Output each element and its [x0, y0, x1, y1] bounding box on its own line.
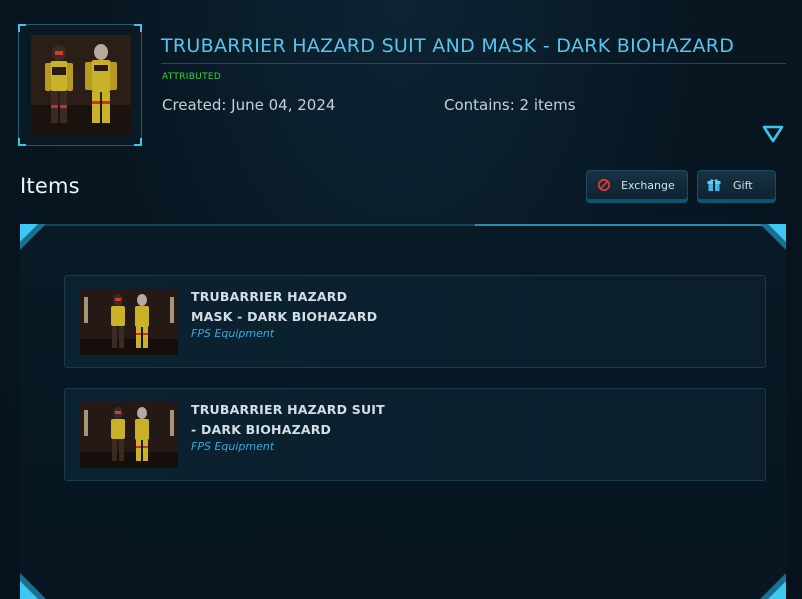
- panel-corner-ornament: [20, 224, 46, 250]
- panel-divider-accent: [475, 224, 786, 226]
- item-name: TRUBARRIER HAZARD SUIT - DARK BIOHAZARD: [191, 400, 391, 440]
- frame-corner: [134, 24, 142, 32]
- status-badge: ATTRIBUTED: [162, 72, 222, 82]
- exchange-button[interactable]: Exchange: [586, 170, 688, 200]
- triangle-down-icon: [762, 125, 784, 143]
- prohibited-icon: [597, 178, 611, 192]
- panel-corner-ornament: [20, 573, 46, 599]
- page-title: TRUBARRIER HAZARD SUIT AND MASK - DARK B…: [161, 35, 786, 64]
- pledge-thumbnail-frame: [18, 24, 142, 146]
- gift-label: Gift: [733, 178, 753, 192]
- collapse-toggle-button[interactable]: [762, 124, 784, 144]
- hazard-suit-figures-icon: [80, 289, 178, 355]
- pledge-thumbnail-image: [31, 35, 131, 135]
- gift-box-icon: [707, 179, 721, 191]
- item-category: FPS Equipment: [191, 440, 275, 453]
- frame-corner: [18, 138, 26, 146]
- exchange-label: Exchange: [621, 178, 675, 192]
- item-thumbnail: [80, 289, 178, 355]
- item-name: TRUBARRIER HAZARD MASK - DARK BIOHAZARD: [191, 287, 391, 327]
- items-panel: TRUBARRIER HAZARD MASK - DARK BIOHAZARD …: [20, 224, 786, 599]
- frame-corner: [134, 138, 142, 146]
- item-count: Contains: 2 items: [444, 96, 576, 114]
- item-name-line: MASK - DARK BIOHAZARD: [191, 309, 378, 324]
- item-name-line: TRUBARRIER HAZARD SUIT: [191, 402, 385, 417]
- hazard-suit-figures-icon: [31, 35, 131, 135]
- item-category: FPS Equipment: [191, 327, 275, 340]
- created-date: Created: June 04, 2024: [162, 96, 336, 114]
- list-item[interactable]: TRUBARRIER HAZARD MASK - DARK BIOHAZARD …: [64, 275, 766, 368]
- gift-button[interactable]: Gift: [697, 170, 776, 200]
- list-item[interactable]: TRUBARRIER HAZARD SUIT - DARK BIOHAZARD …: [64, 388, 766, 481]
- item-name-line: - DARK BIOHAZARD: [191, 422, 332, 437]
- frame-corner: [18, 24, 26, 32]
- panel-corner-ornament: [760, 573, 786, 599]
- item-name-line: TRUBARRIER HAZARD: [191, 289, 348, 304]
- item-thumbnail: [80, 402, 178, 468]
- hazard-suit-figures-icon: [80, 402, 178, 468]
- items-heading: Items: [20, 174, 80, 198]
- panel-corner-ornament: [760, 224, 786, 250]
